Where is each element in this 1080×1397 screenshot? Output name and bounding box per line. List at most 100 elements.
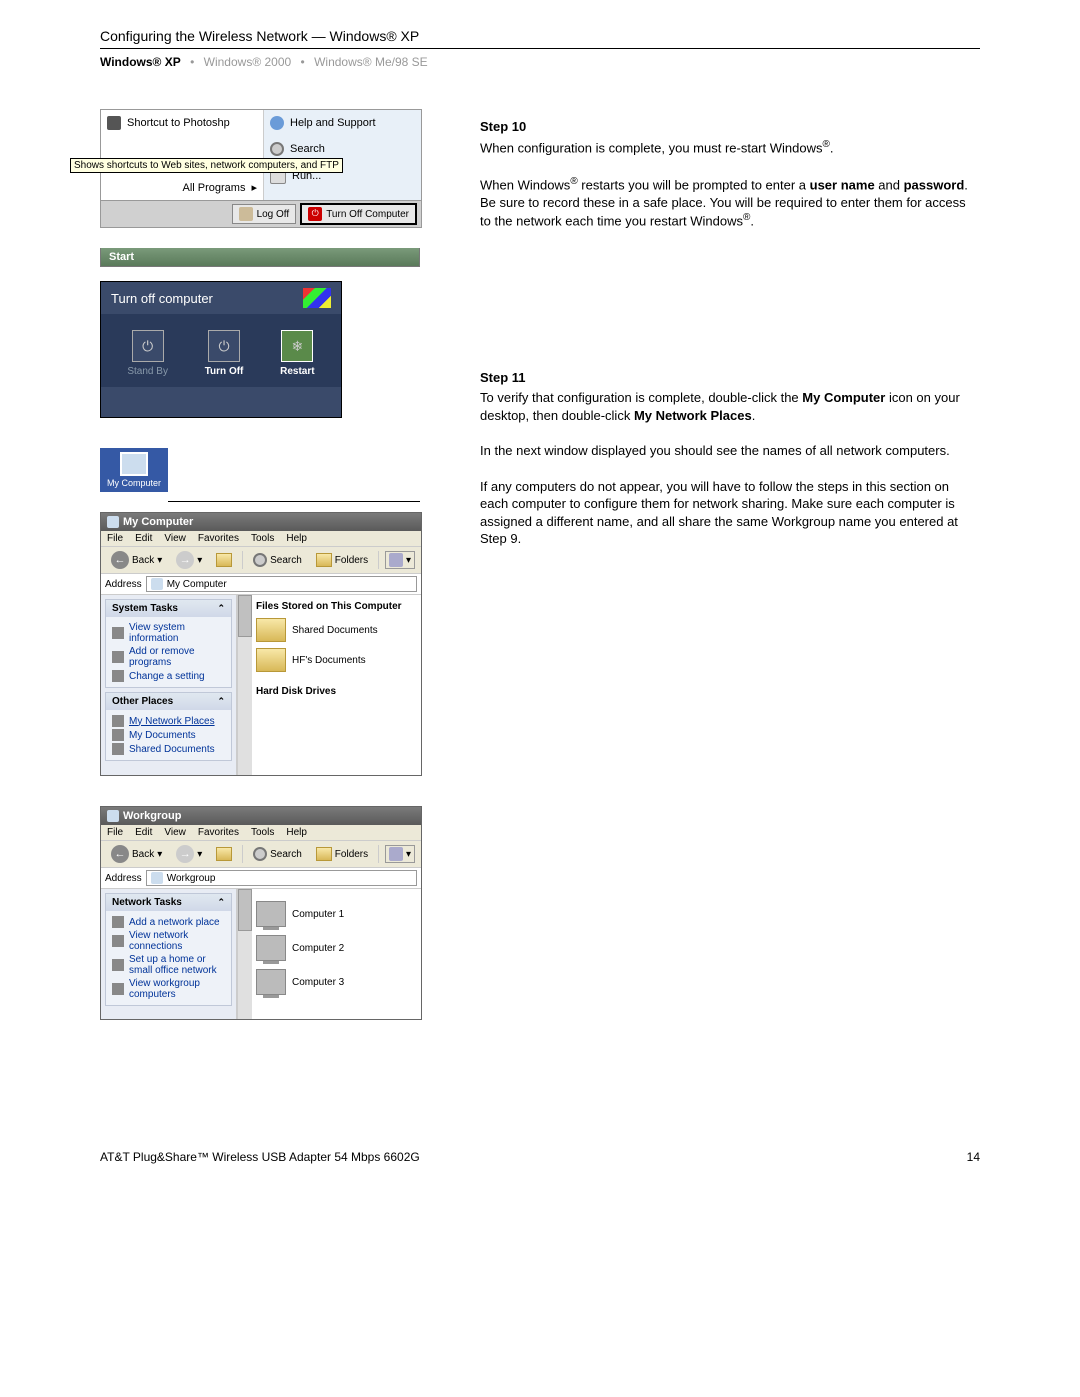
logoff-icon	[239, 207, 253, 221]
shareddocs-link[interactable]: Shared Documents	[112, 742, 225, 756]
menu-file[interactable]: File	[107, 533, 123, 544]
help-label: Help and Support	[290, 117, 376, 129]
back-button[interactable]: ← Back ▾	[107, 550, 166, 570]
addremove-icon	[112, 651, 124, 663]
back-button-2[interactable]: ← Back ▾	[107, 844, 166, 864]
startmenu-photoshop[interactable]: Shortcut to Photoshp	[107, 114, 257, 132]
folders-icon	[316, 553, 332, 567]
shared-docs-folder[interactable]: Shared Documents	[256, 618, 417, 642]
sysinfo-icon	[112, 627, 124, 639]
search-button[interactable]: Search	[249, 552, 306, 568]
reg-mark: ®	[822, 139, 829, 150]
up-folder-icon	[216, 553, 232, 567]
folders-button[interactable]: Folders	[312, 552, 372, 568]
chevron-up-icon: ⌃	[217, 603, 225, 614]
forward-icon-2: →	[176, 845, 194, 863]
files-stored-header: Files Stored on This Computer	[256, 601, 417, 612]
start-button-bar[interactable]: Start	[100, 248, 420, 267]
reg-mark-2: ®	[570, 176, 577, 187]
nav-me98: Windows® Me/98 SE	[314, 55, 428, 69]
up-folder-icon-2	[216, 847, 232, 861]
up-button[interactable]	[212, 552, 236, 568]
folders-button-2[interactable]: Folders	[312, 846, 372, 862]
address-value: My Computer	[167, 579, 227, 590]
views-icon	[389, 553, 403, 567]
homenet-icon	[112, 959, 124, 971]
setup-homenet-link[interactable]: Set up a home or small office network	[112, 953, 225, 977]
views-dropdown-icon: ▾	[406, 555, 411, 566]
other-places-header[interactable]: Other Places ⌃	[106, 693, 231, 710]
logoff-button[interactable]: Log Off	[232, 204, 297, 224]
startmenu-allprograms[interactable]: All Programs ▸	[107, 179, 257, 196]
window-icon	[107, 516, 119, 528]
search-button-2[interactable]: Search	[249, 846, 306, 862]
search-icon	[270, 142, 284, 156]
computer-1-item[interactable]: Computer 1	[256, 901, 417, 927]
scroll-thumb[interactable]	[238, 595, 252, 637]
address-icon-2	[151, 872, 163, 884]
user-docs-folder[interactable]: HF's Documents	[256, 648, 417, 672]
homenet-label: Set up a home or small office network	[129, 954, 225, 976]
system-tasks-header[interactable]: System Tasks ⌃	[106, 600, 231, 617]
mydocs-link[interactable]: My Documents	[112, 728, 225, 742]
my-computer-label: My Computer	[107, 478, 161, 488]
folder-icon	[256, 618, 286, 642]
menu-tools[interactable]: Tools	[251, 533, 274, 544]
views-dropdown-icon-2: ▾	[406, 849, 411, 860]
address-field-2[interactable]: Workgroup	[146, 870, 417, 886]
views-button[interactable]: ▾	[385, 551, 415, 569]
views-button-2[interactable]: ▾	[385, 845, 415, 863]
shareddocs-label: Shared Documents	[129, 744, 215, 755]
my-computer-desktop-icon[interactable]: My Computer	[100, 448, 168, 492]
address-field[interactable]: My Computer	[146, 576, 417, 592]
step10-p1a: When configuration is complete, you must…	[480, 140, 822, 155]
folders-label: Folders	[335, 555, 368, 566]
computer-3-item[interactable]: Computer 3	[256, 969, 417, 995]
scroll-thumb-2[interactable]	[238, 889, 252, 931]
page-header-title: Configuring the Wireless Network — Windo…	[100, 28, 980, 44]
menu2-file[interactable]: File	[107, 827, 123, 838]
menu-view[interactable]: View	[164, 533, 186, 544]
back-label: Back	[132, 555, 154, 566]
up-button-2[interactable]	[212, 846, 236, 862]
menu-favorites[interactable]: Favorites	[198, 533, 239, 544]
view-sysinfo-link[interactable]: View system information	[112, 621, 225, 645]
address-label: Address	[105, 579, 142, 590]
shareddocs-icon	[112, 743, 124, 755]
views-icon-2	[389, 847, 403, 861]
step10-p2: When Windows® restarts you will be promp…	[480, 175, 980, 230]
explorer2-title: Workgroup	[123, 810, 181, 822]
turnoff-option-button[interactable]: ⏻ Turn Off	[205, 330, 244, 377]
menu-edit[interactable]: Edit	[135, 533, 152, 544]
startmenu-search[interactable]: Search	[270, 140, 415, 158]
standby-button[interactable]: ⏻ Stand By	[127, 330, 168, 377]
menu2-edit[interactable]: Edit	[135, 827, 152, 838]
startmenu-help[interactable]: Help and Support	[270, 114, 415, 132]
add-netplace-link[interactable]: Add a network place	[112, 915, 225, 929]
computer-2-item[interactable]: Computer 2	[256, 935, 417, 961]
menu2-favorites[interactable]: Favorites	[198, 827, 239, 838]
netconn-label: View network connections	[129, 930, 225, 952]
restart-icon: ❄	[281, 330, 313, 362]
turnoff-button[interactable]: ⏻ Turn Off Computer	[300, 203, 417, 225]
scrollbar[interactable]	[237, 595, 252, 775]
view-workgroup-link[interactable]: View workgroup computers	[112, 977, 225, 1001]
menu2-view[interactable]: View	[164, 827, 186, 838]
forward-button-2[interactable]: → ▾	[172, 844, 206, 864]
menu-help[interactable]: Help	[286, 533, 307, 544]
menu2-help[interactable]: Help	[286, 827, 307, 838]
view-netconn-link[interactable]: View network connections	[112, 929, 225, 953]
network-tasks-header[interactable]: Network Tasks ⌃	[106, 894, 231, 911]
restart-button[interactable]: ❄ Restart	[280, 330, 314, 377]
folder-icon-2	[256, 648, 286, 672]
forward-button[interactable]: → ▾	[172, 550, 206, 570]
step10-title: Step 10	[480, 119, 980, 134]
change-setting-link[interactable]: Change a setting	[112, 669, 225, 683]
network-places-link[interactable]: My Network Places	[112, 714, 225, 728]
scrollbar-2[interactable]	[237, 889, 252, 1019]
search-tool-label: Search	[270, 555, 302, 566]
add-remove-link[interactable]: Add or remove programs	[112, 645, 225, 669]
menu2-tools[interactable]: Tools	[251, 827, 274, 838]
chevron-up-icon-3: ⌃	[217, 897, 225, 908]
step10-p2e: .	[750, 214, 754, 229]
